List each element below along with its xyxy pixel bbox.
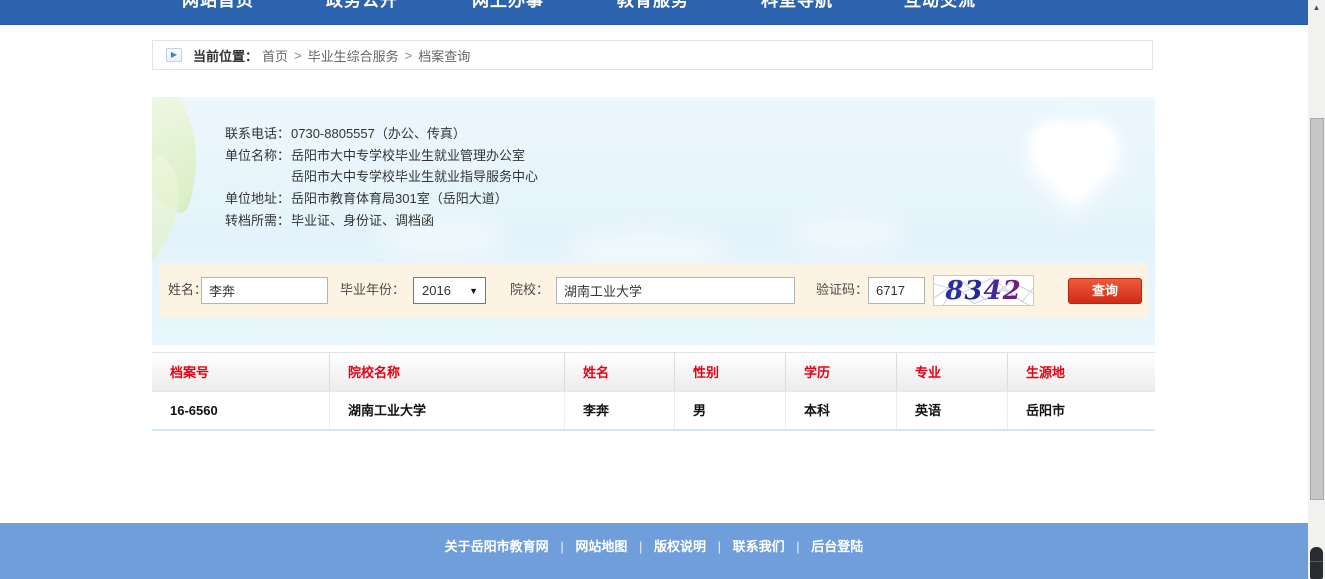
nav-item-dept[interactable]: 科室导航 [737, 0, 857, 11]
name-input[interactable] [201, 277, 328, 304]
college-input[interactable] [556, 277, 795, 304]
breadcrumb: ▶ 当前位置： 首页 > 毕业生综合服务 > 档案查询 [152, 40, 1153, 70]
scrollbar-thumb[interactable] [1310, 118, 1324, 500]
nav-item-gov[interactable]: 政务公开 [302, 0, 422, 11]
footer-separator: | [639, 539, 642, 554]
nav-item-edu[interactable]: 教育服务 [593, 0, 713, 11]
heart-cloud-icon [1036, 128, 1112, 204]
footer-separator: | [560, 539, 563, 554]
column-header-degree: 学历 [786, 353, 897, 391]
contact-info: 联系电话： 0730-8805557（办公、传真） 单位名称： 岳阳市大中专学校… [225, 123, 538, 232]
play-icon: ▶ [166, 48, 182, 62]
table-header-row: 档案号 院校名称 姓名 性别 学历 专业 生源地 [152, 352, 1155, 392]
footer-link-copyright[interactable]: 版权说明 [654, 539, 706, 554]
breadcrumb-separator: > [294, 48, 302, 63]
footer-separator: | [796, 539, 799, 554]
table-row: 16-6560 湖南工业大学 李奔 男 本科 英语 岳阳市 [152, 392, 1155, 431]
nav-item-home[interactable]: 网站首页 [158, 0, 278, 11]
captcha-input[interactable] [868, 277, 925, 304]
breadcrumb-link-home[interactable]: 首页 [262, 46, 288, 65]
footer-link-sitemap[interactable]: 网站地图 [575, 539, 627, 554]
search-form: 姓名： 毕业年份： 2016 ▼ 院校： 验证码： 8 3 4 [159, 263, 1148, 317]
cloud-icon [792, 215, 902, 251]
breadcrumb-label: 当前位置： [193, 46, 258, 65]
footer-separator: | [718, 539, 721, 554]
info-panel: 联系电话： 0730-8805557（办公、传真） 单位名称： 岳阳市大中专学校… [152, 97, 1155, 345]
scroll-down-button[interactable] [1310, 547, 1323, 579]
scroll-up-button[interactable]: ▲ [1308, 0, 1325, 16]
column-header-college: 院校名称 [330, 353, 565, 391]
cell-college: 湖南工业大学 [330, 392, 565, 429]
captcha-text: 8 3 4 2 [934, 276, 1033, 305]
cell-archive-no: 16-6560 [152, 392, 330, 429]
footer-link-admin-login[interactable]: 后台登陆 [811, 539, 863, 554]
footer-link-contact[interactable]: 联系我们 [733, 539, 785, 554]
cell-degree: 本科 [786, 392, 897, 429]
column-header-name: 姓名 [565, 353, 675, 391]
footer: 关于岳阳市教育网 | 网站地图 | 版权说明 | 联系我们 | 后台登陆 [0, 523, 1308, 579]
year-select[interactable]: 2016 ▼ [413, 277, 486, 304]
column-header-origin: 生源地 [1008, 353, 1155, 391]
results-table: 档案号 院校名称 姓名 性别 学历 专业 生源地 16-6560 湖南工业大学 … [152, 352, 1155, 431]
cell-major: 英语 [897, 392, 1008, 429]
column-header-gender: 性别 [675, 353, 786, 391]
breadcrumb-separator: > [405, 48, 413, 63]
info-line-address: 单位地址： 岳阳市教育体育局301室（岳阳大道） [225, 188, 538, 210]
nav-item-online[interactable]: 网上办事 [448, 0, 568, 11]
captcha-label: 验证码： [816, 263, 868, 317]
column-header-archive-no: 档案号 [152, 353, 330, 391]
info-line-phone: 联系电话： 0730-8805557（办公、传真） [225, 123, 538, 145]
breadcrumb-current: 档案查询 [418, 46, 470, 65]
chevron-down-icon: ▼ [469, 286, 478, 296]
captcha-image[interactable]: 8 3 4 2 [933, 275, 1034, 306]
top-navbar: 网站首页 政务公开 网上办事 教育服务 科室导航 互动交流 [0, 0, 1308, 25]
info-line-transfer-docs: 转档所需： 毕业证、身份证、调档函 [225, 210, 538, 232]
nav-item-interact[interactable]: 互动交流 [880, 0, 1000, 11]
cell-name: 李奔 [565, 392, 675, 429]
cell-gender: 男 [675, 392, 786, 429]
footer-link-about[interactable]: 关于岳阳市教育网 [445, 539, 549, 554]
cell-origin: 岳阳市 [1008, 392, 1155, 429]
info-line-unit-name: 单位名称： 岳阳市大中专学校毕业生就业管理办公室 [225, 145, 538, 167]
query-button[interactable]: 查询 [1068, 278, 1142, 304]
page: 网站首页 政务公开 网上办事 教育服务 科室导航 互动交流 ▶ 当前位置： 首页… [0, 0, 1325, 579]
info-line-unit-name-2: 岳阳市大中专学校毕业生就业指导服务中心 [225, 166, 538, 188]
college-label: 院校： [510, 263, 549, 317]
year-label: 毕业年份： [340, 263, 405, 317]
column-header-major: 专业 [897, 353, 1008, 391]
breadcrumb-link-graduate-services[interactable]: 毕业生综合服务 [308, 46, 399, 65]
